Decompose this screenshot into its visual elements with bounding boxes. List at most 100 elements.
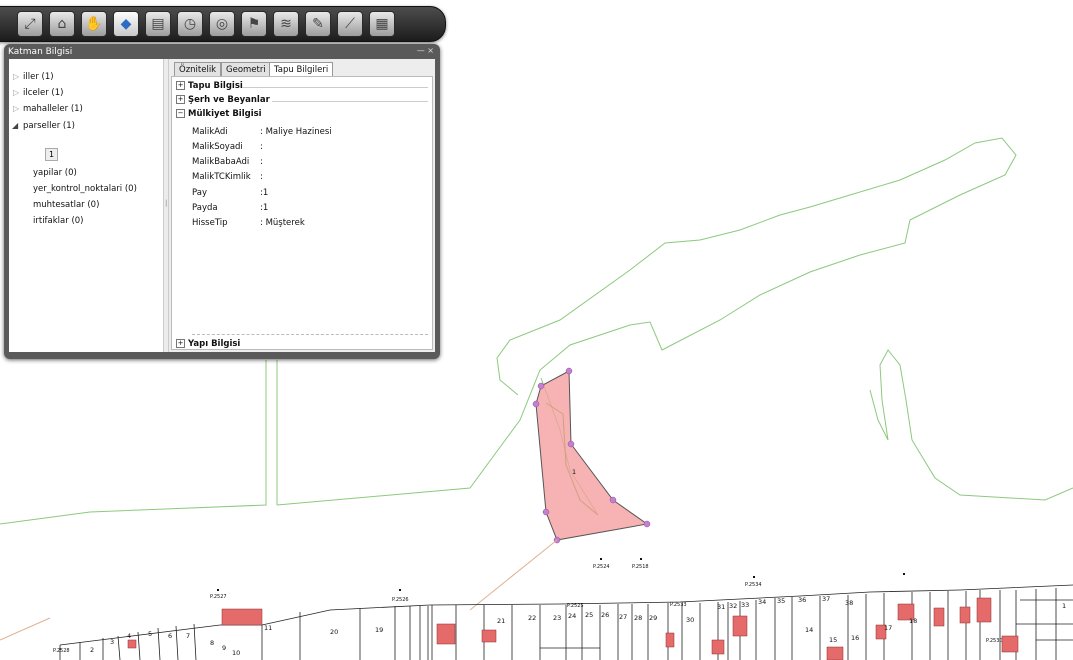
home-icon: ⌂ — [57, 16, 67, 32]
edit-icon: ✎ — [312, 16, 324, 32]
window-buttons[interactable]: — × — [417, 46, 434, 55]
svg-text:17: 17 — [884, 624, 892, 632]
point-label: P.2526 — [392, 597, 409, 603]
svg-text:25: 25 — [585, 611, 593, 619]
layer-item[interactable]: irtifaklar (0) — [33, 216, 83, 226]
svg-text:24: 24 — [568, 612, 576, 620]
svg-text:3: 3 — [110, 638, 114, 646]
layer-item[interactable]: ◢ parseller (1) — [12, 121, 75, 131]
panel-title: Katman Bilgisi — [8, 47, 73, 57]
edit-tool[interactable]: ✎ — [305, 11, 331, 37]
selected-feature[interactable]: 1 — [45, 148, 58, 161]
section-divider — [272, 101, 428, 102]
tab-tapu-bilgileri[interactable]: Tapu Bilgileri — [269, 62, 334, 76]
layer-item[interactable]: ▷ mahalleler (1) — [13, 104, 83, 114]
layers-tool[interactable]: ≋ — [273, 11, 299, 37]
fullscreen-icon: ⤢ — [24, 16, 36, 32]
expand-icon: + — [176, 81, 185, 90]
svg-text:23: 23 — [553, 614, 561, 622]
expand-icon: ▷ — [13, 104, 20, 113]
layer-item[interactable]: yapilar (0) — [33, 168, 77, 178]
tab-geometri[interactable]: Geometri — [221, 62, 271, 76]
field-label: MalikTCKimlik — [192, 172, 251, 182]
svg-text:19: 19 — [375, 626, 383, 634]
field-value: : — [260, 142, 263, 152]
layer-item[interactable]: yer_kontrol_noktalari (0) — [33, 184, 137, 194]
map-icon: ▦ — [375, 16, 389, 32]
section-yapi[interactable]: + Yapı Bilgisi — [176, 339, 240, 349]
measure-tool[interactable]: ⟋ — [337, 11, 363, 37]
svg-text:37: 37 — [822, 595, 830, 603]
svg-text:35: 35 — [777, 597, 785, 605]
layer-item[interactable]: muhtesatlar (0) — [33, 200, 99, 210]
expand-icon: ▷ — [13, 88, 20, 97]
field-value: : Maliye Hazinesi — [260, 127, 332, 137]
section-tapu-bilgisi[interactable]: + Tapu Bilgisi — [176, 81, 243, 91]
svg-text:9: 9 — [222, 644, 226, 652]
expand-icon: ▷ — [13, 72, 20, 81]
collapse-icon: ◢ — [12, 121, 19, 130]
field-label: MalikBabaAdi — [192, 157, 250, 167]
home-tool[interactable]: ⌂ — [49, 11, 75, 37]
layer-item[interactable]: ▷ ilceler (1) — [13, 88, 63, 98]
svg-text:7: 7 — [186, 632, 190, 640]
grip-icon: | — [165, 199, 168, 207]
field-value: :1 — [260, 203, 269, 213]
history-tool[interactable]: ◷ — [177, 11, 203, 37]
svg-text:22: 22 — [528, 614, 536, 622]
tab-oznitelik[interactable]: Öznitelik — [174, 62, 222, 76]
point-label: P.2528 — [53, 648, 70, 654]
svg-text:14: 14 — [805, 626, 813, 634]
svg-text:11: 11 — [264, 624, 272, 632]
svg-text:4: 4 — [127, 632, 131, 640]
svg-text:33: 33 — [741, 601, 749, 609]
tab-content: + Tapu Bilgisi + Şerh ve Beyanlar − Mülkiye… — [171, 76, 433, 350]
point-label: P.2533 — [670, 602, 687, 608]
point-label: P.2518 — [632, 564, 649, 570]
svg-text:26: 26 — [601, 611, 609, 619]
field-value: : — [260, 172, 263, 182]
print-tool[interactable]: ▦ — [369, 11, 395, 37]
select-icon: ▤ — [151, 16, 165, 32]
clock-icon: ◷ — [183, 16, 197, 32]
layer-info-panel: Katman Bilgisi — × ▷ iller (1) ▷ ilceler (… — [4, 44, 440, 359]
svg-text:34: 34 — [758, 598, 766, 606]
svg-text:30: 30 — [686, 616, 694, 624]
section-serh[interactable]: + Şerh ve Beyanlar — [176, 95, 270, 105]
info-icon: ◆ — [120, 16, 132, 32]
hand-icon: ✋ — [85, 16, 103, 32]
coordinate-tool[interactable]: ⚑ — [241, 11, 267, 37]
control-points — [217, 558, 905, 591]
section-divider — [192, 334, 428, 335]
map-toolbar: ⤢ ⌂ ✋ ◆ ▤ ◷ ◎ ⚑ ≋ ✎ ⟋ ▦ — [0, 6, 446, 42]
ruler-icon: ⟋ — [345, 16, 355, 32]
svg-text:1: 1 — [1062, 602, 1066, 610]
svg-text:32: 32 — [729, 602, 737, 610]
expand-icon: + — [176, 95, 185, 104]
svg-text:2: 2 — [90, 646, 94, 654]
svg-text:8: 8 — [210, 639, 214, 647]
select-tool[interactable]: ▤ — [145, 11, 171, 37]
field-label: MalikAdi — [192, 127, 228, 137]
layer-tree: ▷ iller (1) ▷ ilceler (1) ▷ mahalleler (1) … — [9, 59, 163, 352]
svg-text:21: 21 — [497, 617, 505, 625]
svg-text:6: 6 — [168, 632, 172, 640]
svg-text:36: 36 — [798, 596, 806, 604]
svg-text:27: 27 — [619, 613, 627, 621]
section-mulkiyet[interactable]: − Mülkiyet Bilgisi — [176, 109, 262, 119]
full-extent-tool[interactable]: ⤢ — [17, 11, 43, 37]
svg-text:28: 28 — [634, 614, 642, 622]
buffer-tool[interactable]: ◎ — [209, 11, 235, 37]
point-label: P.2534 — [745, 582, 762, 588]
field-value: :1 — [260, 188, 269, 198]
layers-icon: ≋ — [280, 16, 292, 32]
pan-tool[interactable]: ✋ — [81, 11, 107, 37]
layer-item[interactable]: ▷ iller (1) — [13, 72, 54, 82]
identify-tool[interactable]: ◆ — [113, 11, 139, 37]
field-label: MalikSoyadi — [192, 142, 243, 152]
field-value: : Müşterek — [260, 218, 305, 228]
selected-parcel[interactable]: 1 — [532, 367, 651, 544]
point-label: P.2524 — [593, 564, 610, 570]
pin-icon: ⚑ — [247, 16, 261, 32]
field-value: : — [260, 157, 263, 167]
